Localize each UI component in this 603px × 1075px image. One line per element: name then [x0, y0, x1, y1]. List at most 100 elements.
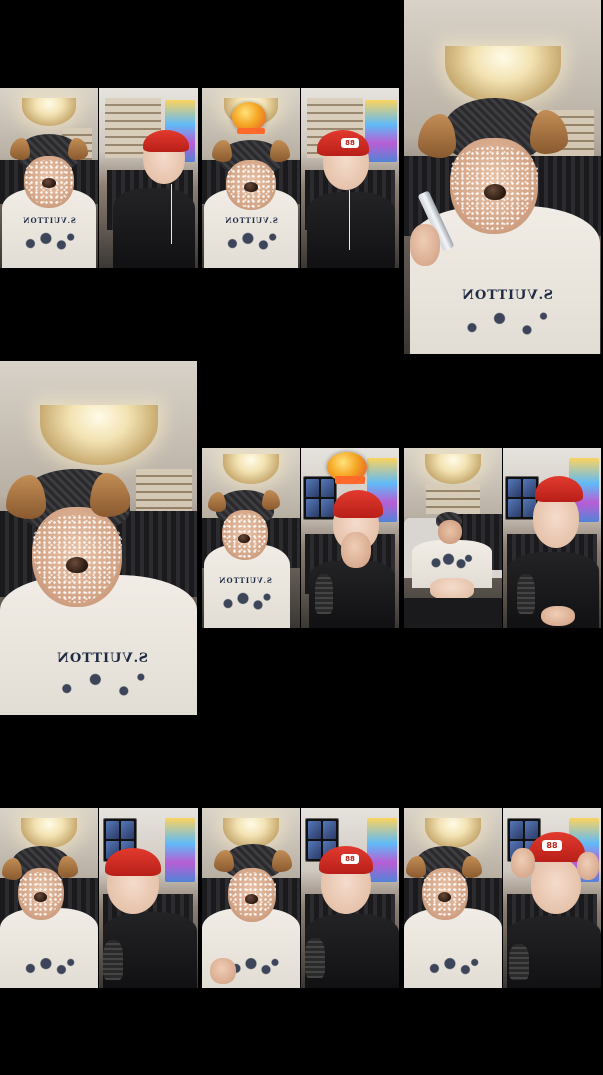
dark-pants	[404, 598, 502, 628]
dog-ear-left	[6, 475, 46, 519]
video-tile-host-3[interactable]: S.VUITTON	[202, 448, 300, 628]
black-tshirt	[113, 188, 195, 268]
shirt-wave-print	[450, 300, 560, 346]
dog-nose	[245, 894, 258, 904]
host-hand	[210, 958, 236, 984]
red-cap	[105, 848, 161, 876]
chandelier	[223, 454, 279, 484]
dog-ear-left	[418, 114, 456, 158]
dog-ear-left	[208, 492, 226, 512]
shirt-print-text: S.VUITTON	[218, 576, 272, 585]
video-tile-host-1[interactable]: S.VUITTON	[0, 88, 98, 268]
video-tile-guest-1[interactable]	[99, 88, 198, 268]
host-room-background: S.VUITTON	[0, 361, 197, 715]
game-slot	[308, 821, 321, 839]
dog-nose	[42, 178, 56, 188]
shirt-print-text: S.VUITTON	[55, 651, 149, 666]
video-tile-host-6[interactable]	[202, 808, 300, 988]
dog-nose	[244, 182, 258, 192]
guest-room-background	[99, 88, 198, 268]
game-slot	[321, 499, 334, 517]
host-face	[438, 520, 462, 544]
black-tshirt	[307, 192, 395, 268]
shirt-wave-print	[426, 552, 476, 570]
cap-badge: 88	[341, 138, 359, 148]
game-slot	[510, 821, 523, 839]
dog-nose	[238, 534, 250, 543]
guest-face	[531, 858, 581, 914]
host-room-background: S.VUITTON	[0, 88, 98, 268]
host-hand	[410, 224, 440, 266]
shirt-wave-print	[220, 228, 282, 254]
video-tile-host-7[interactable]	[404, 808, 502, 988]
shirt-wave-print	[422, 954, 484, 978]
video-tile-guest-4[interactable]	[503, 448, 601, 628]
shirt-wave-print	[18, 954, 80, 978]
video-tile-guest-2[interactable]: 88	[301, 88, 399, 268]
neon-wall-art	[365, 100, 397, 162]
host-room-background: S.VUITTON	[202, 88, 300, 268]
video-tile-guest-5[interactable]	[99, 808, 198, 988]
chandelier	[22, 98, 76, 126]
dog-ear-left	[214, 850, 234, 872]
host-room-background	[404, 448, 502, 628]
dog-ear-right	[58, 856, 78, 878]
dog-nose	[438, 892, 451, 902]
game-slot	[323, 821, 336, 839]
guest-hand-left	[511, 848, 535, 878]
dog-ear-right	[262, 490, 280, 510]
chandelier	[425, 818, 481, 848]
chandelier	[425, 454, 481, 484]
game-slot	[308, 841, 321, 859]
dog-ear-right	[462, 856, 482, 878]
video-tile-host-4[interactable]	[404, 448, 502, 628]
game-slot	[525, 821, 538, 839]
microphone	[509, 944, 529, 980]
game-slot	[508, 499, 521, 517]
host-belly	[430, 578, 474, 600]
game-slot	[306, 499, 319, 517]
microphone	[103, 940, 123, 980]
video-tile-solo-host-2[interactable]: S.VUITTON	[0, 361, 197, 715]
chandelier	[444, 46, 561, 104]
game-slot	[121, 821, 134, 839]
host-room-background	[0, 808, 98, 988]
neon-wall-art	[165, 818, 195, 882]
video-tile-host-5[interactable]	[0, 808, 98, 988]
game-slot	[306, 479, 319, 497]
video-tile-guest-3[interactable]	[301, 448, 399, 628]
dog-ear-right	[270, 140, 290, 162]
host-room-background: S.VUITTON	[404, 0, 601, 354]
host-room-background: S.VUITTON	[202, 448, 300, 628]
dog-nose	[484, 184, 506, 200]
shirt-print-text: S.VUITTON	[460, 288, 554, 303]
guest-hand	[341, 532, 371, 568]
guest-hand-right	[577, 852, 599, 880]
dog-ear-left	[406, 856, 426, 878]
dog-ear-left	[2, 858, 22, 880]
video-tile-host-2[interactable]: S.VUITTON	[202, 88, 300, 268]
cap-badge: 88	[341, 854, 359, 864]
guest-hand	[541, 606, 575, 626]
video-tile-solo-host-1[interactable]: S.VUITTON	[404, 0, 601, 354]
dog-ear-left	[212, 140, 232, 162]
wall-shelf	[426, 484, 480, 514]
microphone	[517, 574, 535, 614]
shirt-print-text: S.VUITTON	[22, 216, 76, 225]
guest-room-background: 88	[301, 88, 399, 268]
shirt-print-text: S.VUITTON	[224, 216, 278, 225]
cap-badge: 88	[542, 840, 562, 851]
game-slot	[321, 479, 334, 497]
dog-ear-right	[272, 850, 292, 872]
neon-wall-art	[367, 818, 397, 882]
shirt-wave-print	[18, 228, 80, 254]
game-slot	[106, 821, 119, 839]
video-tile-guest-7[interactable]: 88	[503, 808, 601, 988]
guest-room-background	[503, 448, 601, 628]
guest-room-background: 88	[301, 808, 399, 988]
earphone-wire	[171, 184, 172, 244]
game-overlay-panel[interactable]	[303, 476, 337, 520]
guest-room-background: 88	[503, 808, 601, 988]
video-tile-guest-6[interactable]: 88	[301, 808, 399, 988]
earphone-wire	[349, 190, 350, 250]
